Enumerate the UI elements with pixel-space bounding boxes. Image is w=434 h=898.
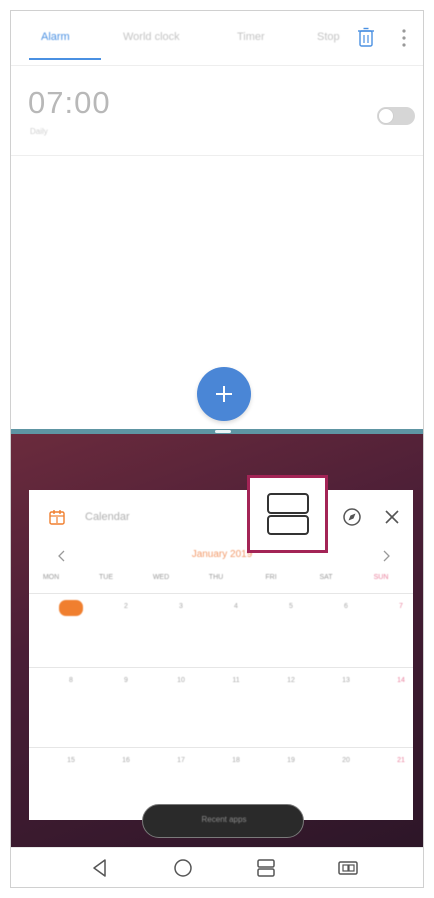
weekday-label: TUE bbox=[99, 574, 113, 581]
alarm-list-item[interactable]: 07:00 Daily bbox=[11, 67, 423, 156]
calendar-day[interactable]: 4 bbox=[224, 600, 248, 614]
system-navigation-bar bbox=[11, 847, 423, 887]
calendar-day[interactable]: 17 bbox=[169, 754, 193, 768]
calendar-day[interactable]: 2 bbox=[114, 600, 138, 614]
recent-apps-pill[interactable]: Recent apps bbox=[142, 804, 304, 838]
month-navigation: January 2019 bbox=[29, 548, 413, 566]
clock-app-window: Alarm World clock Timer Stop 07:00 Daily bbox=[11, 11, 423, 429]
divider-drag-handle[interactable] bbox=[215, 430, 231, 433]
split-screen-icon bbox=[267, 493, 309, 535]
calendar-app-window: Calendar January 2019 MON TUE WED THU FR… bbox=[29, 490, 413, 820]
plus-icon bbox=[216, 386, 232, 402]
calendar-day[interactable]: 12 bbox=[279, 674, 303, 688]
calendar-day[interactable]: 7 bbox=[389, 600, 413, 614]
calendar-week-row: 1 2 3 4 5 6 7 bbox=[29, 593, 413, 668]
calendar-day[interactable]: 11 bbox=[224, 674, 248, 688]
calendar-header: Calendar bbox=[29, 490, 413, 544]
toggle-knob bbox=[378, 108, 394, 124]
calendar-day[interactable]: 15 bbox=[59, 754, 83, 768]
clock-tab-bar: Alarm World clock Timer Stop bbox=[11, 11, 423, 66]
recent-apps-label: Recent apps bbox=[201, 815, 247, 824]
add-alarm-button[interactable] bbox=[197, 367, 251, 421]
weekday-label: MON bbox=[42, 574, 60, 581]
calendar-day[interactable]: 10 bbox=[169, 674, 193, 688]
weekday-label: THU bbox=[208, 574, 224, 581]
weekday-label: FRI bbox=[265, 574, 277, 581]
calendar-day[interactable]: 14 bbox=[389, 674, 413, 688]
tab-stopwatch[interactable]: Stop bbox=[317, 31, 340, 43]
device-frame: Alarm World clock Timer Stop 07:00 Daily bbox=[10, 10, 424, 888]
home-wallpaper: Calendar January 2019 MON TUE WED THU FR… bbox=[11, 434, 423, 847]
calendar-day[interactable]: 5 bbox=[279, 600, 303, 614]
calendar-day[interactable]: 3 bbox=[169, 600, 193, 614]
active-tab-indicator bbox=[29, 58, 101, 60]
trash-icon[interactable] bbox=[357, 27, 375, 47]
calendar-day[interactable]: 19 bbox=[279, 754, 303, 768]
weekday-label: SAT bbox=[319, 574, 333, 581]
calendar-day[interactable]: 6 bbox=[334, 600, 358, 614]
alarm-toggle-switch[interactable] bbox=[377, 107, 415, 125]
calendar-day[interactable]: 13 bbox=[334, 674, 358, 688]
alarm-repeat-label: Daily bbox=[30, 127, 48, 136]
back-icon[interactable] bbox=[89, 858, 111, 878]
calendar-app-icon bbox=[49, 510, 65, 525]
dual-window-icon[interactable] bbox=[337, 858, 359, 878]
calendar-window-title: Calendar bbox=[85, 511, 130, 523]
split-screen-nav-icon[interactable] bbox=[255, 858, 277, 878]
calendar-day[interactable]: 18 bbox=[224, 754, 248, 768]
weekday-header: MON TUE WED THU FRI SAT SUN bbox=[29, 574, 413, 590]
alarm-time: 07:00 bbox=[28, 85, 111, 120]
chevron-left-icon[interactable] bbox=[57, 550, 67, 562]
tab-timer[interactable]: Timer bbox=[237, 31, 265, 43]
calendar-day[interactable]: 20 bbox=[334, 754, 358, 768]
calendar-day[interactable]: 16 bbox=[114, 754, 138, 768]
calendar-day[interactable]: 9 bbox=[114, 674, 138, 688]
calendar-day-today[interactable]: 1 bbox=[59, 600, 83, 616]
more-vertical-icon[interactable] bbox=[401, 28, 407, 48]
close-icon[interactable] bbox=[384, 509, 400, 525]
split-view-button[interactable] bbox=[247, 475, 328, 553]
calendar-day[interactable]: 8 bbox=[59, 674, 83, 688]
weekday-label: SUN bbox=[373, 574, 389, 581]
weekday-label: WED bbox=[152, 574, 170, 581]
tab-world-clock[interactable]: World clock bbox=[123, 31, 180, 43]
calendar-week-row: 8 9 10 11 12 13 14 bbox=[29, 667, 413, 748]
calendar-day[interactable]: 21 bbox=[389, 754, 413, 768]
tab-alarm[interactable]: Alarm bbox=[41, 31, 70, 43]
chevron-right-icon[interactable] bbox=[381, 550, 391, 562]
compass-icon[interactable] bbox=[342, 507, 362, 527]
home-icon[interactable] bbox=[172, 858, 194, 878]
